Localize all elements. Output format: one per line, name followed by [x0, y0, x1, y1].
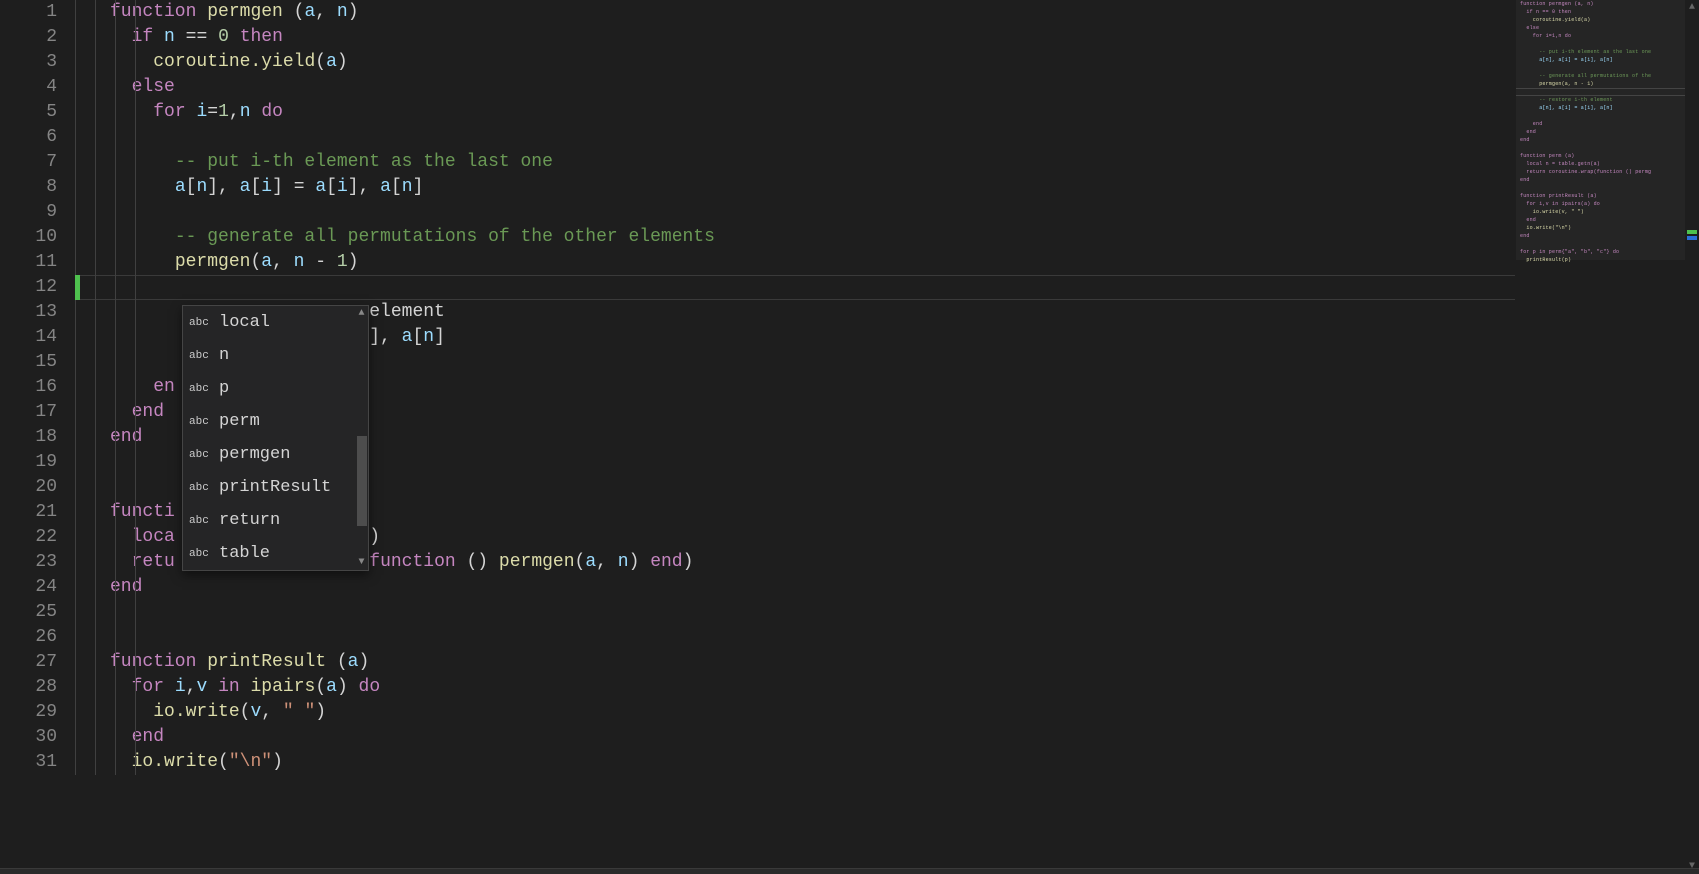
word-icon: abc	[189, 416, 219, 428]
autocomplete-label: local	[219, 313, 270, 332]
line-number: 3	[0, 50, 57, 75]
line-number: 16	[0, 375, 57, 400]
scroll-up-icon[interactable]: ▲	[1685, 2, 1699, 13]
code-line[interactable]	[110, 200, 1515, 225]
minimap-current-line	[1516, 88, 1685, 96]
line-number: 25	[0, 600, 57, 625]
line-number: 9	[0, 200, 57, 225]
line-number: 14	[0, 325, 57, 350]
code-line[interactable]: -- generate all permutations of the othe…	[110, 225, 1515, 250]
code-line[interactable]: io.write("\n")	[110, 750, 1515, 775]
word-icon: abc	[189, 482, 219, 494]
line-number: 2	[0, 25, 57, 50]
autocomplete-label: n	[219, 346, 229, 365]
code-line[interactable]: a[n], a[i] = a[i], a[n]	[110, 175, 1515, 200]
code-line[interactable]	[110, 600, 1515, 625]
line-number: 22	[0, 525, 57, 550]
code-line[interactable]: io.write(v, " ")	[110, 700, 1515, 725]
minimap-viewport[interactable]	[1516, 0, 1685, 260]
word-icon: abc	[189, 350, 219, 362]
autocomplete-item[interactable]: abcp	[183, 372, 368, 405]
autocomplete-item[interactable]: abclocal	[183, 306, 368, 339]
line-number: 26	[0, 625, 57, 650]
autocomplete-label: permgen	[219, 445, 290, 464]
autocomplete-label: p	[219, 379, 229, 398]
autocomplete-scrollbar-thumb[interactable]	[357, 436, 367, 526]
word-icon: abc	[189, 548, 219, 560]
autocomplete-item[interactable]: abcprintResult	[183, 471, 368, 504]
minimap[interactable]: function permgen (a, n) if n == 0 then c…	[1515, 0, 1685, 874]
code-line[interactable]: function permgen (a, n)	[110, 0, 1515, 25]
code-line[interactable]: for i,v in ipairs(a) do	[110, 675, 1515, 700]
code-line[interactable]: if n == 0 then	[110, 25, 1515, 50]
word-icon: abc	[189, 317, 219, 329]
code-line[interactable]: -- put i-th element as the last one	[110, 150, 1515, 175]
line-number: 18	[0, 425, 57, 450]
code-line[interactable]	[110, 625, 1515, 650]
line-number: 1	[0, 0, 57, 25]
autocomplete-label: return	[219, 511, 280, 530]
code-line[interactable]: for i=1,n do	[110, 100, 1515, 125]
overview-cursor-marker	[1687, 236, 1697, 240]
line-number: 13	[0, 300, 57, 325]
autocomplete-label: table	[219, 544, 270, 563]
line-number: 10	[0, 225, 57, 250]
autocomplete-item[interactable]: abcperm	[183, 405, 368, 438]
line-number: 21	[0, 500, 57, 525]
autocomplete-label: printResult	[219, 478, 331, 497]
line-number: 20	[0, 475, 57, 500]
autocomplete-scrollbar[interactable]: ▲ ▼	[355, 306, 368, 570]
line-number: 8	[0, 175, 57, 200]
line-number-gutter: 1234567891011121314151617181920212223242…	[0, 0, 75, 874]
autocomplete-item[interactable]: abcreturn	[183, 504, 368, 537]
line-number: 15	[0, 350, 57, 375]
line-number: 24	[0, 575, 57, 600]
scroll-up-icon[interactable]: ▲	[358, 306, 364, 321]
code-line[interactable]	[110, 275, 1515, 300]
code-line[interactable]: else	[110, 75, 1515, 100]
autocomplete-popup[interactable]: abclocalabcnabcpabcpermabcpermgenabcprin…	[182, 305, 369, 571]
code-line[interactable]	[110, 125, 1515, 150]
line-number: 5	[0, 100, 57, 125]
line-number: 12	[0, 275, 57, 300]
code-line[interactable]: function printResult (a)	[110, 650, 1515, 675]
word-icon: abc	[189, 515, 219, 527]
horizontal-scrollbar[interactable]	[0, 868, 1699, 874]
line-number: 31	[0, 750, 57, 775]
code-line[interactable]: end	[110, 575, 1515, 600]
word-icon: abc	[189, 449, 219, 461]
line-number: 27	[0, 650, 57, 675]
line-number: 29	[0, 700, 57, 725]
autocomplete-item[interactable]: abctable	[183, 537, 368, 570]
line-number: 19	[0, 450, 57, 475]
code-editor: 1234567891011121314151617181920212223242…	[0, 0, 1699, 874]
word-icon: abc	[189, 383, 219, 395]
line-number: 28	[0, 675, 57, 700]
overview-change-marker	[1687, 230, 1697, 234]
autocomplete-item[interactable]: abcpermgen	[183, 438, 368, 471]
code-line[interactable]: permgen(a, n - 1)	[110, 250, 1515, 275]
autocomplete-item[interactable]: abcn	[183, 339, 368, 372]
line-number: 30	[0, 725, 57, 750]
autocomplete-label: perm	[219, 412, 260, 431]
scroll-down-icon[interactable]: ▼	[358, 555, 364, 570]
line-number: 4	[0, 75, 57, 100]
editor-scrollbar[interactable]: ▲ ▼	[1685, 0, 1699, 874]
line-number: 6	[0, 125, 57, 150]
code-line[interactable]: coroutine.yield(a)	[110, 50, 1515, 75]
line-number: 11	[0, 250, 57, 275]
modified-line-marker	[75, 275, 80, 300]
line-number: 23	[0, 550, 57, 575]
line-number: 7	[0, 150, 57, 175]
line-number: 17	[0, 400, 57, 425]
code-line[interactable]: end	[110, 725, 1515, 750]
